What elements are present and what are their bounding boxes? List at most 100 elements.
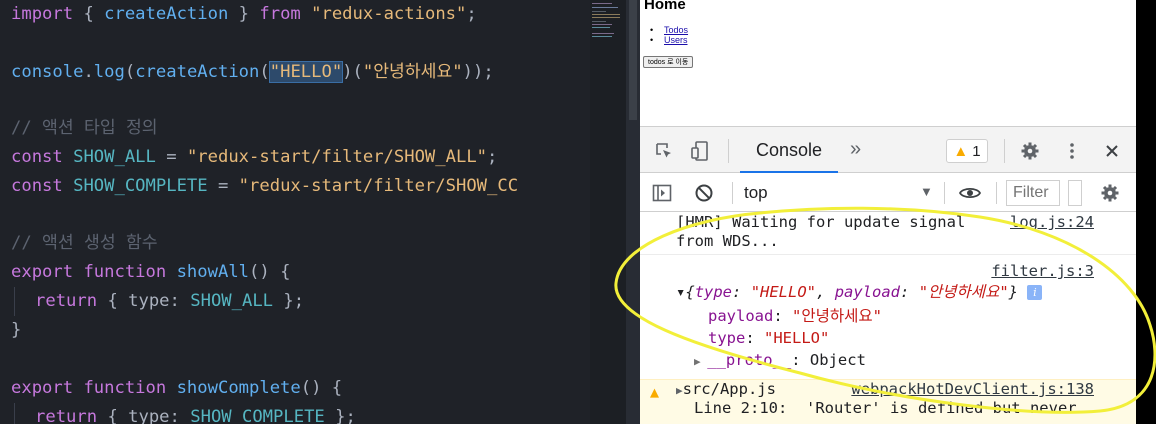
info-icon[interactable]: i	[1027, 285, 1043, 300]
token: .	[83, 62, 94, 82]
token: "redux-start/filter/SHOW_CC	[238, 176, 519, 196]
warning-summary[interactable]: ▶src/App.js	[676, 380, 776, 400]
token: return	[35, 407, 98, 424]
code-line-return[interactable]: return { type: SHOW_ALL };	[35, 287, 304, 316]
settings-gear-icon[interactable]	[1018, 139, 1042, 163]
inspect-element-icon[interactable]	[652, 139, 676, 163]
object-property[interactable]: ▶ __proto__: Object	[694, 351, 866, 371]
editor-minimap[interactable]	[590, 0, 626, 424]
object-property: type: "HELLO"	[708, 329, 829, 348]
token: payload	[708, 307, 774, 325]
collapse-arrow-icon[interactable]: ▶	[694, 355, 707, 368]
code-line-const-show-complete[interactable]: const SHOW_COMPLETE = "redux-start/filte…	[11, 172, 518, 201]
token: (	[124, 62, 136, 82]
code-line-brace[interactable]: }	[11, 316, 21, 345]
token: "redux-start/filter/SHOW_ALL"	[186, 147, 488, 167]
source-link[interactable]: log.js:24	[1010, 213, 1094, 232]
token: Object	[809, 351, 866, 369]
code-line-show-complete[interactable]: export function showComplete() {	[11, 374, 342, 403]
token: type	[128, 407, 170, 424]
indent-guide	[14, 403, 15, 424]
console-settings-gear-icon[interactable]	[1098, 181, 1122, 205]
scrollbar-thumb[interactable]	[629, 0, 637, 120]
console-filter-input[interactable]	[1006, 180, 1060, 206]
token: (	[259, 62, 270, 82]
code-line-import[interactable]: import { createAction } from "redux-acti…	[11, 0, 477, 29]
token: :	[773, 307, 792, 325]
minimap-line	[592, 24, 612, 25]
code-editor[interactable]: import { createAction } from "redux-acti…	[0, 0, 590, 424]
divider	[732, 182, 733, 204]
token: showComplete	[166, 378, 301, 398]
indent-guide	[14, 287, 15, 316]
token: };	[324, 407, 356, 424]
minimap-line	[592, 36, 612, 37]
object-summary[interactable]: ▾{type: "HELLO", payload: "안녕하세요"} i	[676, 283, 1043, 302]
dropdown-arrow-icon[interactable]: ▼	[920, 184, 933, 199]
tab-console[interactable]: Console	[740, 127, 839, 173]
code-comment[interactable]: // 액션 생성 함수	[11, 229, 158, 258]
minimap-line	[592, 33, 614, 34]
sidebar-toggle-icon[interactable]	[650, 181, 674, 205]
code-line-const-show-all[interactable]: const SHOW_ALL = "redux-start/filter/SHO…	[11, 143, 497, 172]
token: {	[97, 291, 129, 311]
app-page: Home • Todos • Users todos 로 이동	[640, 0, 1136, 126]
code-line-console-log[interactable]: console.log(createAction("HELLO")("안녕하세요…	[11, 58, 494, 87]
clear-console-icon[interactable]	[692, 181, 716, 205]
token: function	[73, 378, 167, 398]
token: :	[169, 407, 191, 424]
token: log	[93, 62, 125, 82]
context-selector[interactable]: top	[744, 183, 768, 203]
token: ;	[466, 4, 477, 24]
console-message: [HMR] Waiting for update signal from WDS…	[640, 213, 1136, 255]
kebab-menu-icon[interactable]	[1060, 139, 1084, 163]
device-toolbar-icon[interactable]	[688, 139, 712, 163]
divider	[944, 182, 945, 204]
source-link[interactable]: filter.js:3	[991, 262, 1094, 281]
expand-arrow-icon[interactable]: ▶	[676, 384, 683, 397]
token: () {	[300, 378, 343, 398]
token: :	[732, 283, 751, 301]
warning-icon: ▲	[953, 142, 969, 160]
console-output[interactable]: [HMR] Waiting for update signal from WDS…	[640, 213, 1136, 424]
more-tabs-button[interactable]: »	[850, 138, 861, 161]
token: =	[217, 176, 239, 196]
users-link[interactable]: Users	[664, 35, 688, 45]
close-icon[interactable]	[1100, 139, 1124, 163]
minimap-line	[592, 27, 610, 28]
editor-scrollbar[interactable]	[626, 0, 640, 424]
go-to-todos-button[interactable]: todos 로 이동	[643, 56, 694, 68]
expand-arrow-icon[interactable]: ▾	[676, 283, 685, 301]
token: type	[708, 329, 746, 347]
token: () {	[249, 262, 291, 282]
token: return	[35, 291, 98, 311]
token: }	[228, 4, 260, 24]
token: export	[11, 262, 74, 282]
token: console	[11, 62, 84, 82]
token: createAction	[104, 4, 229, 24]
divider	[1004, 139, 1005, 163]
token: {	[73, 4, 105, 24]
token: from	[259, 4, 301, 24]
filter-options-button[interactable]	[1068, 180, 1082, 206]
code-line-return[interactable]: return { type: SHOW_COMPLETE };	[35, 403, 356, 424]
token: :	[900, 283, 919, 301]
source-link[interactable]: webpackHotDevClient.js:138	[851, 380, 1094, 399]
code-comment[interactable]: // 액션 타입 정의	[11, 114, 158, 143]
warning-count-badge[interactable]: ▲ 1	[946, 139, 988, 163]
token: :	[745, 329, 764, 347]
minimap-line	[592, 14, 620, 15]
minimap-line	[592, 17, 620, 18]
live-expression-eye-icon[interactable]	[958, 181, 982, 205]
token: src/App.js	[682, 380, 776, 398]
todos-link[interactable]: Todos	[664, 25, 688, 35]
message-text: from WDS...	[676, 232, 779, 250]
object-property: payload: "안녕하세요"	[708, 307, 882, 326]
code-line-show-all[interactable]: export function showAll() {	[11, 258, 290, 287]
minimap-line	[592, 3, 612, 4]
page-title: Home	[644, 0, 686, 13]
token: "안녕하세요"	[362, 62, 463, 82]
token: ));	[462, 62, 494, 82]
token: import	[11, 4, 74, 24]
minimap-line	[592, 21, 606, 22]
